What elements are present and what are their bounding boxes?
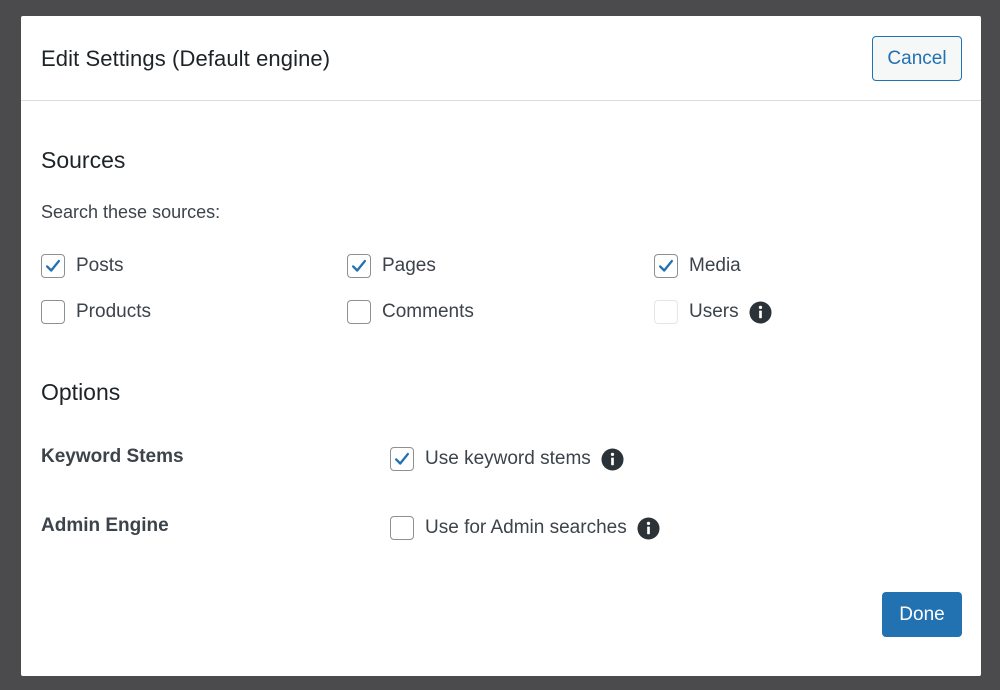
media-label: Media bbox=[689, 255, 741, 276]
comments-checkbox[interactable] bbox=[347, 300, 371, 324]
info-icon[interactable] bbox=[637, 516, 660, 540]
source-users: Users bbox=[654, 300, 772, 324]
keyword-stems-checkbox-label: Use keyword stems bbox=[425, 448, 591, 469]
media-checkbox[interactable] bbox=[654, 254, 678, 278]
checkmark-icon bbox=[394, 452, 410, 465]
keyword-stems-label: Keyword Stems bbox=[41, 446, 184, 467]
admin-engine-option[interactable]: Use for Admin searches bbox=[390, 516, 660, 540]
users-label: Users bbox=[689, 301, 739, 322]
modal-title: Edit Settings (Default engine) bbox=[41, 46, 331, 71]
admin-engine-checkbox-label: Use for Admin searches bbox=[425, 517, 627, 538]
pages-checkbox[interactable] bbox=[347, 254, 371, 278]
source-posts[interactable]: Posts bbox=[41, 254, 124, 278]
keyword-stems-option[interactable]: Use keyword stems bbox=[390, 447, 624, 471]
source-media[interactable]: Media bbox=[654, 254, 741, 278]
sources-description: Search these sources: bbox=[41, 202, 221, 222]
modal-header: Edit Settings (Default engine) Cancel bbox=[21, 16, 981, 101]
pages-label: Pages bbox=[382, 255, 436, 276]
sources-heading: Sources bbox=[41, 147, 126, 173]
admin-engine-label: Admin Engine bbox=[41, 515, 169, 536]
source-pages[interactable]: Pages bbox=[347, 254, 436, 278]
info-icon[interactable] bbox=[749, 300, 772, 324]
edit-settings-modal: Edit Settings (Default engine) Cancel So… bbox=[21, 16, 981, 676]
info-icon[interactable] bbox=[601, 447, 624, 471]
keyword-stems-checkbox[interactable] bbox=[390, 447, 414, 471]
checkmark-icon bbox=[351, 259, 367, 272]
cancel-button[interactable]: Cancel bbox=[872, 36, 962, 81]
posts-label: Posts bbox=[76, 255, 124, 276]
products-checkbox[interactable] bbox=[41, 300, 65, 324]
done-button[interactable]: Done bbox=[882, 592, 962, 637]
products-label: Products bbox=[76, 301, 151, 322]
admin-engine-checkbox[interactable] bbox=[390, 516, 414, 540]
source-comments[interactable]: Comments bbox=[347, 300, 474, 324]
checkmark-icon bbox=[658, 259, 674, 272]
comments-label: Comments bbox=[382, 301, 474, 322]
source-products[interactable]: Products bbox=[41, 300, 151, 324]
checkmark-icon bbox=[45, 259, 61, 272]
options-heading: Options bbox=[41, 379, 121, 405]
users-checkbox bbox=[654, 300, 678, 324]
posts-checkbox[interactable] bbox=[41, 254, 65, 278]
